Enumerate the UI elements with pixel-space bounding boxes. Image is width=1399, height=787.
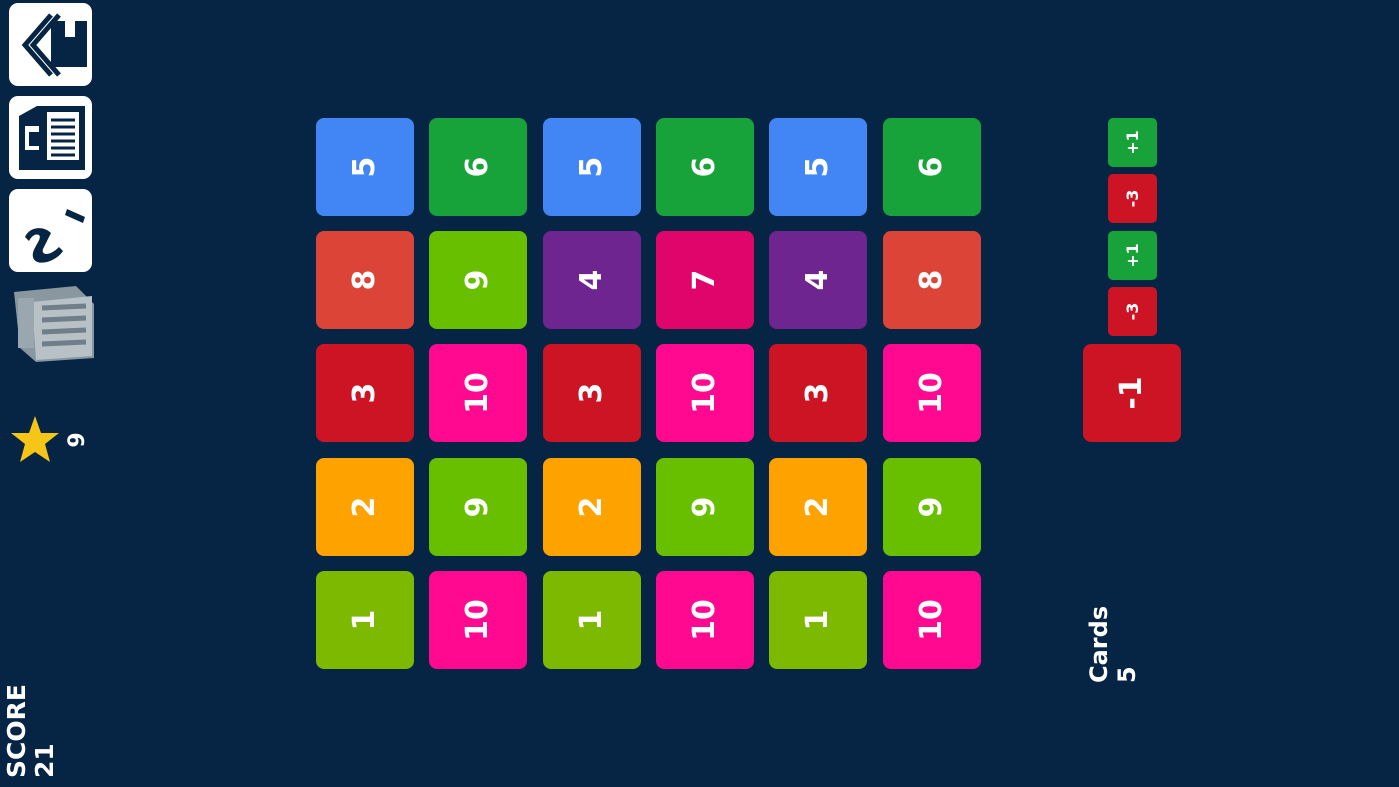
tile-value: 9 <box>687 496 722 518</box>
tile-value: 10 <box>687 599 722 641</box>
tile-value: 3 <box>574 382 609 404</box>
tile[interactable]: 6 <box>429 118 527 216</box>
tile[interactable]: 8 <box>316 231 414 329</box>
queue-card: +1 <box>1108 231 1157 280</box>
tile[interactable]: 7 <box>656 231 754 329</box>
tile[interactable]: 10 <box>883 344 981 442</box>
queue-card: -3 <box>1108 174 1157 223</box>
tile[interactable]: 5 <box>316 118 414 216</box>
tile-value: 1 <box>800 609 835 631</box>
tile-value: 10 <box>914 372 949 414</box>
tile-value: 10 <box>460 599 495 641</box>
info-icon <box>25 209 85 263</box>
tile-value: 4 <box>574 269 609 291</box>
tile-value: 8 <box>347 269 382 291</box>
tile[interactable]: 1 <box>543 571 641 669</box>
tile-value: 5 <box>347 156 382 178</box>
tile[interactable]: 10 <box>656 571 754 669</box>
tile-value: 6 <box>914 156 949 178</box>
tile[interactable]: 9 <box>429 231 527 329</box>
queue-card-value: +1 <box>1123 130 1142 155</box>
tile-value: 10 <box>687 372 722 414</box>
tile[interactable]: 1 <box>316 571 414 669</box>
tile-value: 3 <box>800 382 835 404</box>
score-label: SCORE <box>2 684 31 778</box>
queue-card-value: -3 <box>1123 302 1142 321</box>
tile[interactable]: 5 <box>769 118 867 216</box>
tile[interactable]: 4 <box>543 231 641 329</box>
tile[interactable]: 3 <box>769 344 867 442</box>
tile[interactable]: 5 <box>543 118 641 216</box>
tile-value: 5 <box>574 156 609 178</box>
tile-value: 2 <box>800 496 835 518</box>
star-icon <box>11 416 59 462</box>
cards-display: Cards 5 <box>1085 583 1143 683</box>
queue-card-value: +1 <box>1123 243 1142 268</box>
tile[interactable]: 8 <box>883 231 981 329</box>
tile[interactable]: 10 <box>429 344 527 442</box>
trash-button[interactable] <box>6 284 94 364</box>
info-button[interactable] <box>9 189 92 272</box>
tile-value: 4 <box>800 269 835 291</box>
score-value: 21 <box>30 743 59 778</box>
tile[interactable]: 9 <box>656 458 754 556</box>
tile[interactable]: 6 <box>883 118 981 216</box>
queue-card: -3 <box>1108 287 1157 336</box>
score-display: SCORE 21 <box>2 668 59 778</box>
save-button[interactable] <box>9 96 92 179</box>
save-icon <box>19 106 85 170</box>
tile-value: 10 <box>914 599 949 641</box>
tile-value: 6 <box>687 156 722 178</box>
tile[interactable]: 4 <box>769 231 867 329</box>
tile-value: 9 <box>460 269 495 291</box>
tile[interactable]: 2 <box>316 458 414 556</box>
tile[interactable]: 3 <box>543 344 641 442</box>
tile[interactable]: 1 <box>769 571 867 669</box>
stars-count: 9 <box>65 432 90 448</box>
tile[interactable]: 9 <box>883 458 981 556</box>
cards-value: 5 <box>1113 666 1141 683</box>
tile-value: 3 <box>347 382 382 404</box>
tile-value: 7 <box>687 269 722 291</box>
tile-value: 5 <box>800 156 835 178</box>
trash-icon <box>14 286 94 362</box>
queue-card-value: -3 <box>1123 189 1142 208</box>
tile-value: 10 <box>460 372 495 414</box>
tile[interactable]: 10 <box>883 571 981 669</box>
tile[interactable]: 2 <box>543 458 641 556</box>
tile-value: 6 <box>460 156 495 178</box>
tile-value: 1 <box>574 609 609 631</box>
tile-value: 2 <box>347 496 382 518</box>
tile-value: 9 <box>460 496 495 518</box>
tile[interactable]: 3 <box>316 344 414 442</box>
tile-value: 1 <box>347 609 382 631</box>
tile[interactable]: 6 <box>656 118 754 216</box>
tile-value: 8 <box>914 269 949 291</box>
tile-value: 2 <box>574 496 609 518</box>
current-card-value: -1 <box>1114 376 1149 410</box>
home-button[interactable] <box>9 3 92 86</box>
home-icon <box>21 13 87 77</box>
current-card[interactable]: -1 <box>1083 344 1181 442</box>
tile-value: 9 <box>914 496 949 518</box>
tile[interactable]: 10 <box>429 571 527 669</box>
cards-label: Cards <box>1085 605 1113 683</box>
tile[interactable]: 10 <box>656 344 754 442</box>
tile[interactable]: 9 <box>429 458 527 556</box>
tile[interactable]: 2 <box>769 458 867 556</box>
queue-card: +1 <box>1108 118 1157 167</box>
